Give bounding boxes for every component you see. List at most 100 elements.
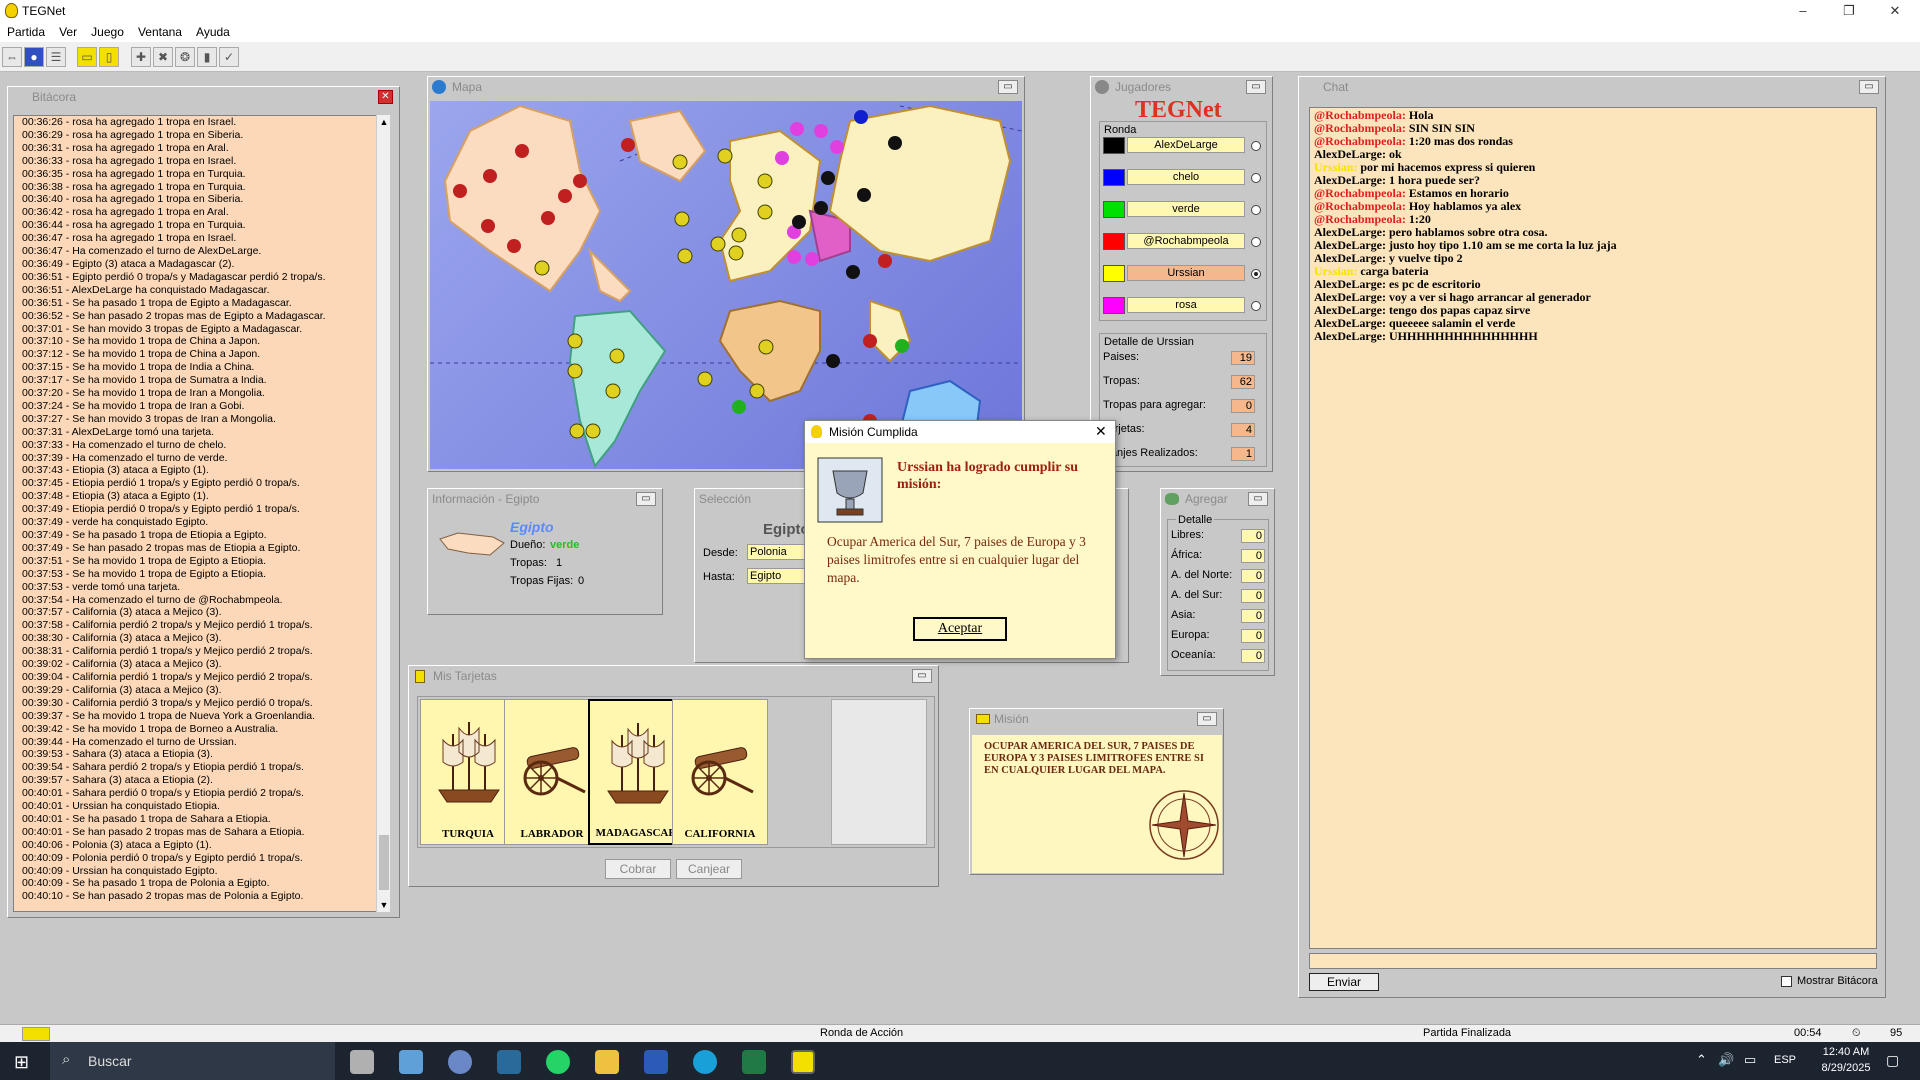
windows-start-icon[interactable]: ⊞	[14, 1052, 29, 1073]
player-radio[interactable]	[1251, 173, 1261, 183]
end-turn-icon[interactable]: ✓	[219, 47, 239, 67]
player-radio[interactable]	[1251, 237, 1261, 247]
players-panel: Jugadores ▭ TEGNet Ronda AlexDeLarge chelo…	[1090, 76, 1273, 472]
chat-input[interactable]	[1309, 953, 1877, 969]
menu-juego[interactable]: Juego	[91, 22, 124, 42]
country-card[interactable]: MADAGASCAR	[588, 699, 684, 845]
player-radio[interactable]	[1251, 141, 1261, 151]
minimize-icon[interactable]: ▭	[1248, 492, 1268, 506]
file-explorer-icon[interactable]	[595, 1050, 619, 1074]
player-name[interactable]: verde	[1127, 201, 1245, 217]
notepad-icon[interactable]	[497, 1050, 521, 1074]
minimize-icon[interactable]: ▭	[1859, 80, 1879, 94]
chat-message: AlexDeLarge: UHHHHHHHHHHHHHHH	[1314, 330, 1872, 343]
list-icon[interactable]: ☰	[46, 47, 66, 67]
phase-status: Ronda de Acción	[820, 1027, 904, 1039]
to-field[interactable]: Egipto	[747, 568, 807, 584]
widget-icon[interactable]	[350, 1050, 374, 1074]
cobrar-button[interactable]: Cobrar	[605, 859, 671, 879]
close-window-button[interactable]: ✕	[1872, 0, 1918, 22]
from-field[interactable]: Polonia	[747, 544, 807, 560]
taskbar-search[interactable]: ⌕ Buscar	[50, 1042, 335, 1080]
close-icon[interactable]: ✕	[378, 90, 393, 104]
north-america[interactable]	[443, 104, 602, 293]
log-line: 00:36:44 - rosa ha agregado 1 tropa en T…	[22, 219, 246, 232]
excel-icon[interactable]	[742, 1050, 766, 1074]
chat-text: tengo dos papas capaz sirve	[1385, 303, 1531, 317]
regroup-icon[interactable]: ❂	[175, 47, 195, 67]
accept-button[interactable]: Aceptar	[913, 617, 1007, 641]
country-card[interactable]: CALIFORNIA	[672, 699, 768, 845]
browser-icon[interactable]	[448, 1050, 472, 1074]
player-radio[interactable]	[1251, 301, 1261, 311]
whatsapp-icon[interactable]	[546, 1050, 570, 1074]
restore-button[interactable]: ❐	[1826, 0, 1872, 22]
log-line: 00:40:09 - Urssian ha conquistado Egipto…	[22, 864, 218, 877]
minimize-icon[interactable]: ▭	[1197, 712, 1217, 726]
minimize-icon[interactable]: ▭	[998, 80, 1018, 94]
add-row-label: Europa:	[1171, 629, 1210, 641]
scroll-down-icon[interactable]: ▼	[377, 900, 391, 910]
word-icon[interactable]	[644, 1050, 668, 1074]
chat-text: Estamos en horario	[1405, 186, 1509, 200]
send-button[interactable]: Enviar	[1309, 973, 1379, 991]
minimize-button[interactable]: –	[1780, 0, 1826, 22]
menu-ayuda[interactable]: Ayuda	[196, 22, 230, 42]
minimize-icon[interactable]: ▭	[636, 492, 656, 506]
notification-icon[interactable]: ▢	[1886, 1052, 1899, 1069]
chat-title: Chat	[1323, 80, 1349, 94]
player-name[interactable]: chelo	[1127, 169, 1245, 185]
player-name[interactable]: AlexDeLarge	[1127, 137, 1245, 153]
cannon-icon	[513, 712, 593, 815]
globe-icon[interactable]: ●	[24, 47, 44, 67]
tegnet-taskbar-icon[interactable]	[791, 1050, 815, 1074]
language-indicator[interactable]: ESP	[1774, 1054, 1796, 1066]
clock-date[interactable]: 8/29/2025	[1814, 1062, 1878, 1074]
menu-ventana[interactable]: Ventana	[138, 22, 182, 42]
chat-log[interactable]: @Rochabmpeola: Hola @Rochabmpeola: SIN SI…	[1309, 107, 1877, 949]
player-name[interactable]: Urssian	[1127, 265, 1245, 281]
scrollbar[interactable]: ▲ ▼	[376, 115, 390, 912]
calculator-icon[interactable]	[399, 1050, 423, 1074]
tray-chevron-icon[interactable]: ⌃	[1696, 1052, 1707, 1068]
player-name[interactable]: @Rochabmpeola	[1127, 233, 1245, 249]
volume-icon[interactable]: 🔊	[1718, 1052, 1734, 1068]
world-map[interactable]	[430, 101, 1022, 469]
asia[interactable]	[828, 104, 1012, 263]
log-line: 00:37:49 - verde ha conquistado Egipto.	[22, 516, 209, 529]
edge-icon[interactable]	[693, 1050, 717, 1074]
log-line: 00:39:53 - Sahara (3) ataca a Etiopia (3…	[22, 748, 213, 761]
show-bitacora-checkbox[interactable]	[1781, 976, 1792, 987]
cards-icon[interactable]: ▯	[99, 47, 119, 67]
clock-time[interactable]: 12:40 AM	[1814, 1046, 1878, 1058]
minimize-icon[interactable]: ▭	[912, 669, 932, 683]
log-line: 00:37:12 - Se ha movido 1 tropa de China…	[22, 348, 261, 361]
network-icon[interactable]: ▭	[1744, 1052, 1756, 1068]
log-line: 00:39:04 - California perdió 1 tropa/s y…	[22, 670, 313, 683]
world-map-svg[interactable]	[430, 101, 1022, 469]
menu-partida[interactable]: Partida	[7, 22, 45, 42]
connect-icon[interactable]: ⇔	[2, 47, 22, 67]
player-radio[interactable]	[1251, 205, 1261, 215]
dialog-close-icon[interactable]: ✕	[1095, 423, 1107, 440]
menu-ver[interactable]: Ver	[59, 22, 77, 42]
galleon-icon	[429, 712, 509, 815]
mission-icon[interactable]: ▭	[77, 47, 97, 67]
fixed-troops-label: Tropas Fijas:	[510, 575, 574, 587]
greenland[interactable]	[628, 109, 707, 183]
country-card[interactable]: TURQUIA	[420, 699, 516, 845]
scroll-thumb[interactable]	[379, 835, 389, 890]
player-radio[interactable]	[1251, 269, 1261, 279]
log-line: 00:39:42 - Se ha movido 1 tropa de Borne…	[22, 722, 279, 735]
canjear-button[interactable]: Canjear	[676, 859, 742, 879]
add-icon[interactable]: ✚	[131, 47, 151, 67]
log-line: 00:37:01 - Se han movido 3 tropas de Egi…	[22, 322, 303, 335]
country-card[interactable]: LABRADOR	[504, 699, 600, 845]
card-take-icon[interactable]: ▮	[197, 47, 217, 67]
minimize-icon[interactable]: ▭	[1246, 80, 1266, 94]
attack-icon[interactable]: ✖	[153, 47, 173, 67]
central-america[interactable]	[588, 247, 632, 303]
scroll-up-icon[interactable]: ▲	[377, 117, 391, 127]
player-name[interactable]: rosa	[1127, 297, 1245, 313]
bitacora-log[interactable]: 00:36:26 - rosa ha agregado 1 tropa en I…	[13, 115, 388, 912]
